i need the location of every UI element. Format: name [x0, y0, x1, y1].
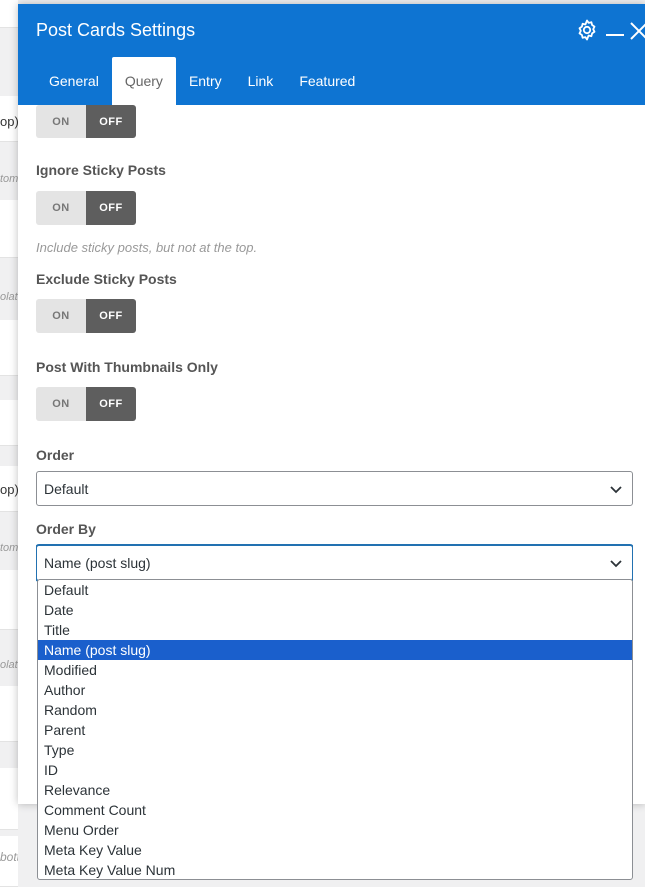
dropdown-option[interactable]: Relevance	[38, 780, 632, 800]
order-by-dropdown-list: Default Date Title Name (post slug) Modi…	[37, 579, 633, 880]
dropdown-option[interactable]: Parent	[38, 720, 632, 740]
exclude-sticky-posts-label: Exclude Sticky Posts	[36, 271, 177, 287]
order-by-select-value: Name (post slug)	[44, 555, 151, 571]
chevron-down-icon	[610, 560, 622, 568]
minimize-icon[interactable]	[606, 34, 624, 36]
modal-header: Post Cards Settings General Query Entry …	[18, 4, 645, 105]
dropdown-option[interactable]: ID	[38, 760, 632, 780]
dropdown-option-selected[interactable]: Name (post slug)	[38, 640, 632, 660]
dropdown-option[interactable]: Menu Order	[38, 820, 632, 840]
toggle-on-option[interactable]: ON	[36, 387, 86, 421]
background-text: olate	[0, 291, 18, 303]
toggle-on-option[interactable]: ON	[36, 299, 86, 333]
background-text: tom	[0, 173, 18, 185]
dropdown-option[interactable]: Meta Key Value Num	[38, 860, 632, 879]
tab-query[interactable]: Query	[111, 57, 176, 105]
background-text: tom	[0, 542, 18, 554]
dropdown-option[interactable]: Type	[38, 740, 632, 760]
dropdown-option[interactable]: Random	[38, 700, 632, 720]
toggle-on-option[interactable]: ON	[36, 105, 86, 138]
background-row	[0, 768, 18, 830]
tab-featured[interactable]: Featured	[286, 57, 368, 105]
toggle-switch[interactable]: ON OFF	[36, 105, 136, 138]
tab-link[interactable]: Link	[235, 57, 287, 105]
background-row	[0, 0, 18, 28]
ignore-sticky-posts-toggle[interactable]: ON OFF	[36, 191, 136, 225]
order-by-label: Order By	[36, 521, 96, 537]
tab-entry[interactable]: Entry	[176, 57, 235, 105]
dropdown-option[interactable]: Author	[38, 680, 632, 700]
order-label: Order	[36, 447, 75, 463]
toggle-off-option[interactable]: OFF	[86, 105, 136, 138]
order-select[interactable]: Default	[36, 471, 633, 506]
modal-title: Post Cards Settings	[36, 20, 196, 40]
gear-icon[interactable]	[575, 18, 599, 42]
background-row	[0, 686, 18, 742]
chevron-down-icon	[610, 486, 622, 494]
tab-general[interactable]: General	[36, 57, 112, 105]
background-text: bottom	[0, 850, 18, 864]
background-text: op)	[0, 482, 18, 497]
order-select-value: Default	[44, 481, 89, 497]
background-row	[0, 320, 18, 376]
background-row	[0, 200, 18, 258]
toggle-on-option[interactable]: ON	[36, 191, 86, 225]
dropdown-option[interactable]: Comment Count	[38, 800, 632, 820]
toggle-off-option[interactable]: OFF	[86, 299, 136, 333]
close-icon[interactable]	[629, 18, 645, 42]
dropdown-option[interactable]: Meta Key Value	[38, 840, 632, 860]
exclude-sticky-posts-toggle[interactable]: ON OFF	[36, 299, 136, 333]
dropdown-option[interactable]: Title	[38, 620, 632, 640]
background-text: op)	[0, 114, 18, 129]
thumbnails-only-label: Post With Thumbnails Only	[36, 359, 218, 375]
thumbnails-only-toggle[interactable]: ON OFF	[36, 387, 136, 421]
toggle-off-option[interactable]: OFF	[86, 191, 136, 225]
toggle-off-option[interactable]: OFF	[86, 387, 136, 421]
ignore-sticky-posts-label: Ignore Sticky Posts	[36, 162, 166, 178]
tab-bar: General Query Entry Link Featured	[18, 57, 368, 105]
dropdown-option[interactable]: Date	[38, 600, 632, 620]
dropdown-option[interactable]: Default	[38, 580, 632, 600]
background-row	[0, 400, 18, 446]
ignore-sticky-posts-help: Include sticky posts, but not at the top…	[36, 240, 258, 255]
dropdown-option[interactable]: Modified	[38, 660, 632, 680]
order-by-select[interactable]: Name (post slug)	[36, 545, 633, 581]
background-row	[0, 570, 18, 630]
background-text: olate	[0, 659, 18, 671]
